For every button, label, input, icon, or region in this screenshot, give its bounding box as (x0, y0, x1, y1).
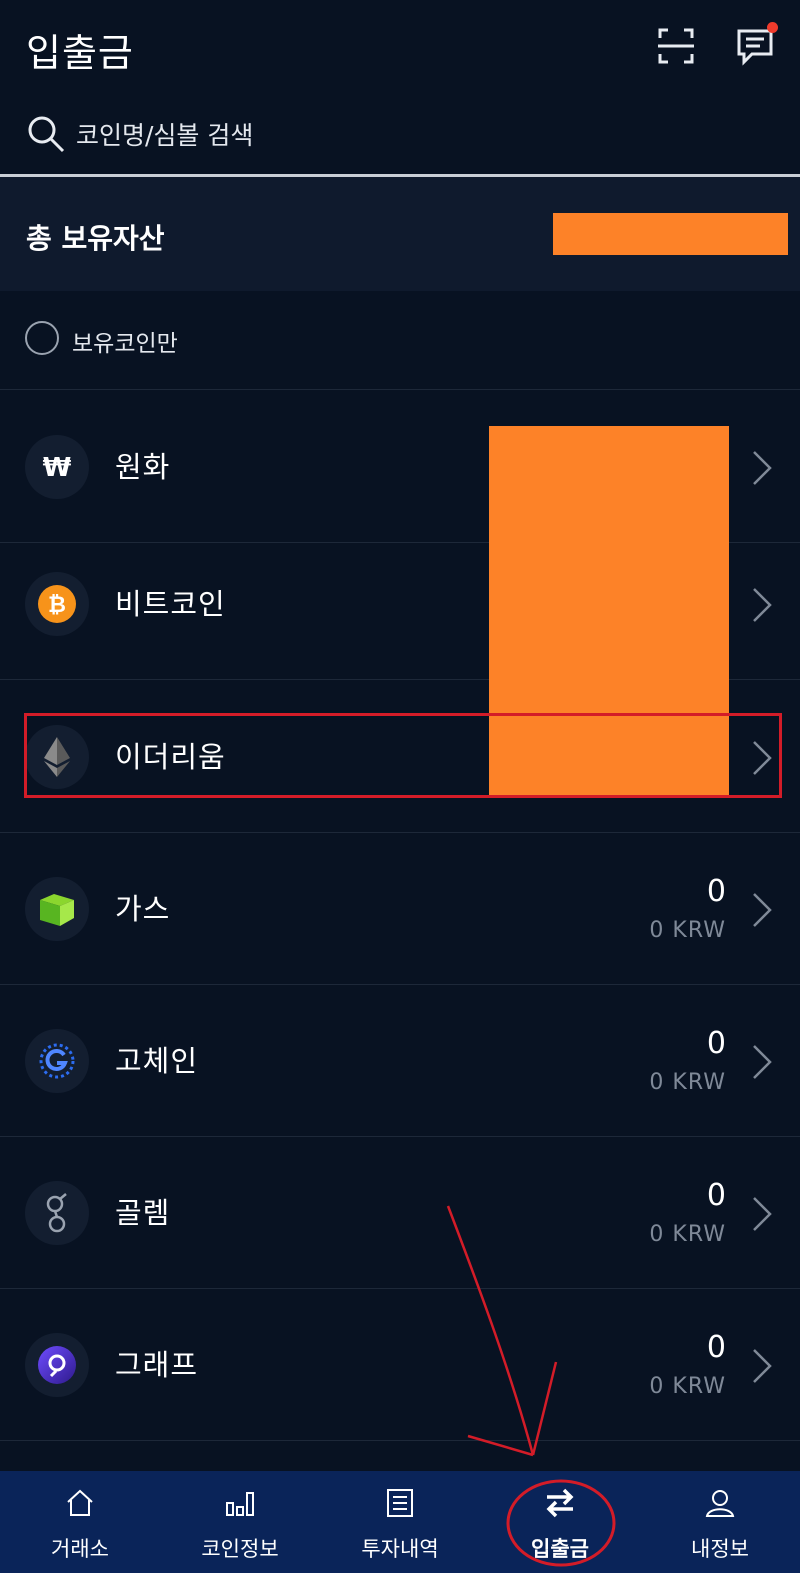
coin-krw-value: 0 KRW (649, 918, 726, 943)
coin-krw-value: 0 KRW (649, 1070, 726, 1095)
nav-label: 거래소 (51, 1537, 109, 1561)
coin-name: 비트코인 (115, 587, 226, 621)
total-assets-label: 총 보유자산 (26, 222, 165, 255)
search-input[interactable] (74, 116, 678, 154)
person-icon (705, 1490, 735, 1517)
ethereum-icon (25, 725, 89, 789)
nav-label: 입출금 (531, 1537, 589, 1561)
coin-quantity: 0 (706, 1026, 726, 1061)
svg-text:₩: ₩ (43, 453, 72, 481)
coin-row-graph[interactable]: 그래프 0 0 KRW (0, 1288, 800, 1441)
held-coins-only-radio[interactable] (25, 321, 59, 355)
total-assets-bar: 총 보유자산 (0, 177, 800, 291)
chevron-right-icon (753, 1197, 772, 1231)
chevron-right-icon (753, 893, 772, 927)
app-header: 입출금 (0, 0, 800, 98)
graph-icon (25, 1333, 89, 1397)
nav-label: 투자내역 (361, 1537, 439, 1561)
nav-label: 내정보 (691, 1537, 749, 1561)
scan-icon[interactable] (654, 24, 698, 68)
chevron-right-icon (753, 451, 772, 485)
nav-label: 코인정보 (201, 1537, 279, 1561)
bar-chart-icon (226, 1492, 254, 1516)
total-assets-value-redacted (553, 213, 788, 255)
coin-quantity: 0 (706, 874, 726, 909)
coin-name: 이더리움 (115, 740, 226, 774)
coin-name: 원화 (115, 450, 171, 484)
nav-my-info[interactable]: 내정보 (640, 1471, 800, 1573)
bitcoin-icon: ₿ (25, 572, 89, 636)
coin-name: 가스 (115, 892, 171, 926)
coin-quantity: 0 (706, 1330, 726, 1365)
transfer-arrows-icon (546, 1488, 574, 1518)
neo-gas-icon (25, 877, 89, 941)
golem-icon (25, 1181, 89, 1245)
notification-dot (767, 22, 778, 33)
nav-coin-info[interactable]: 코인정보 (160, 1471, 320, 1573)
svg-text:₿: ₿ (48, 593, 66, 618)
chevron-right-icon (753, 1045, 772, 1079)
coin-name: 고체인 (115, 1044, 199, 1078)
bottom-nav: 거래소 코인정보 투자내역 입출금 내정보 (0, 1471, 800, 1573)
chevron-right-icon (753, 588, 772, 622)
home-icon (67, 1489, 93, 1516)
held-coins-only-filter[interactable]: 보유코인만 (0, 291, 800, 390)
coin-row-gas[interactable]: 가스 0 0 KRW (0, 832, 800, 985)
coin-krw-value: 0 KRW (649, 1222, 726, 1247)
gochain-icon (25, 1029, 89, 1093)
page-title: 입출금 (26, 31, 134, 75)
nav-deposit-withdraw[interactable]: 입출금 (480, 1471, 640, 1573)
document-icon (387, 1489, 413, 1517)
coin-quantity: 0 (706, 1178, 726, 1213)
coin-row-gochain[interactable]: 고체인 0 0 KRW (0, 984, 800, 1137)
search-icon (28, 116, 65, 153)
coin-row-golem[interactable]: 골렘 0 0 KRW (0, 1136, 800, 1289)
search-bar (0, 98, 800, 177)
coin-krw-value: 0 KRW (649, 1374, 726, 1399)
coin-name: 그래프 (115, 1348, 199, 1382)
held-coins-only-label: 보유코인만 (72, 331, 178, 357)
nav-investment-history[interactable]: 투자내역 (320, 1471, 480, 1573)
chat-icon[interactable] (734, 22, 778, 68)
won-icon: ₩ (25, 435, 89, 499)
coin-name: 골렘 (115, 1196, 171, 1230)
nav-exchange[interactable]: 거래소 (0, 1471, 160, 1573)
chevron-right-icon (753, 1349, 772, 1383)
balance-redaction (489, 426, 729, 797)
chevron-right-icon (753, 741, 772, 775)
